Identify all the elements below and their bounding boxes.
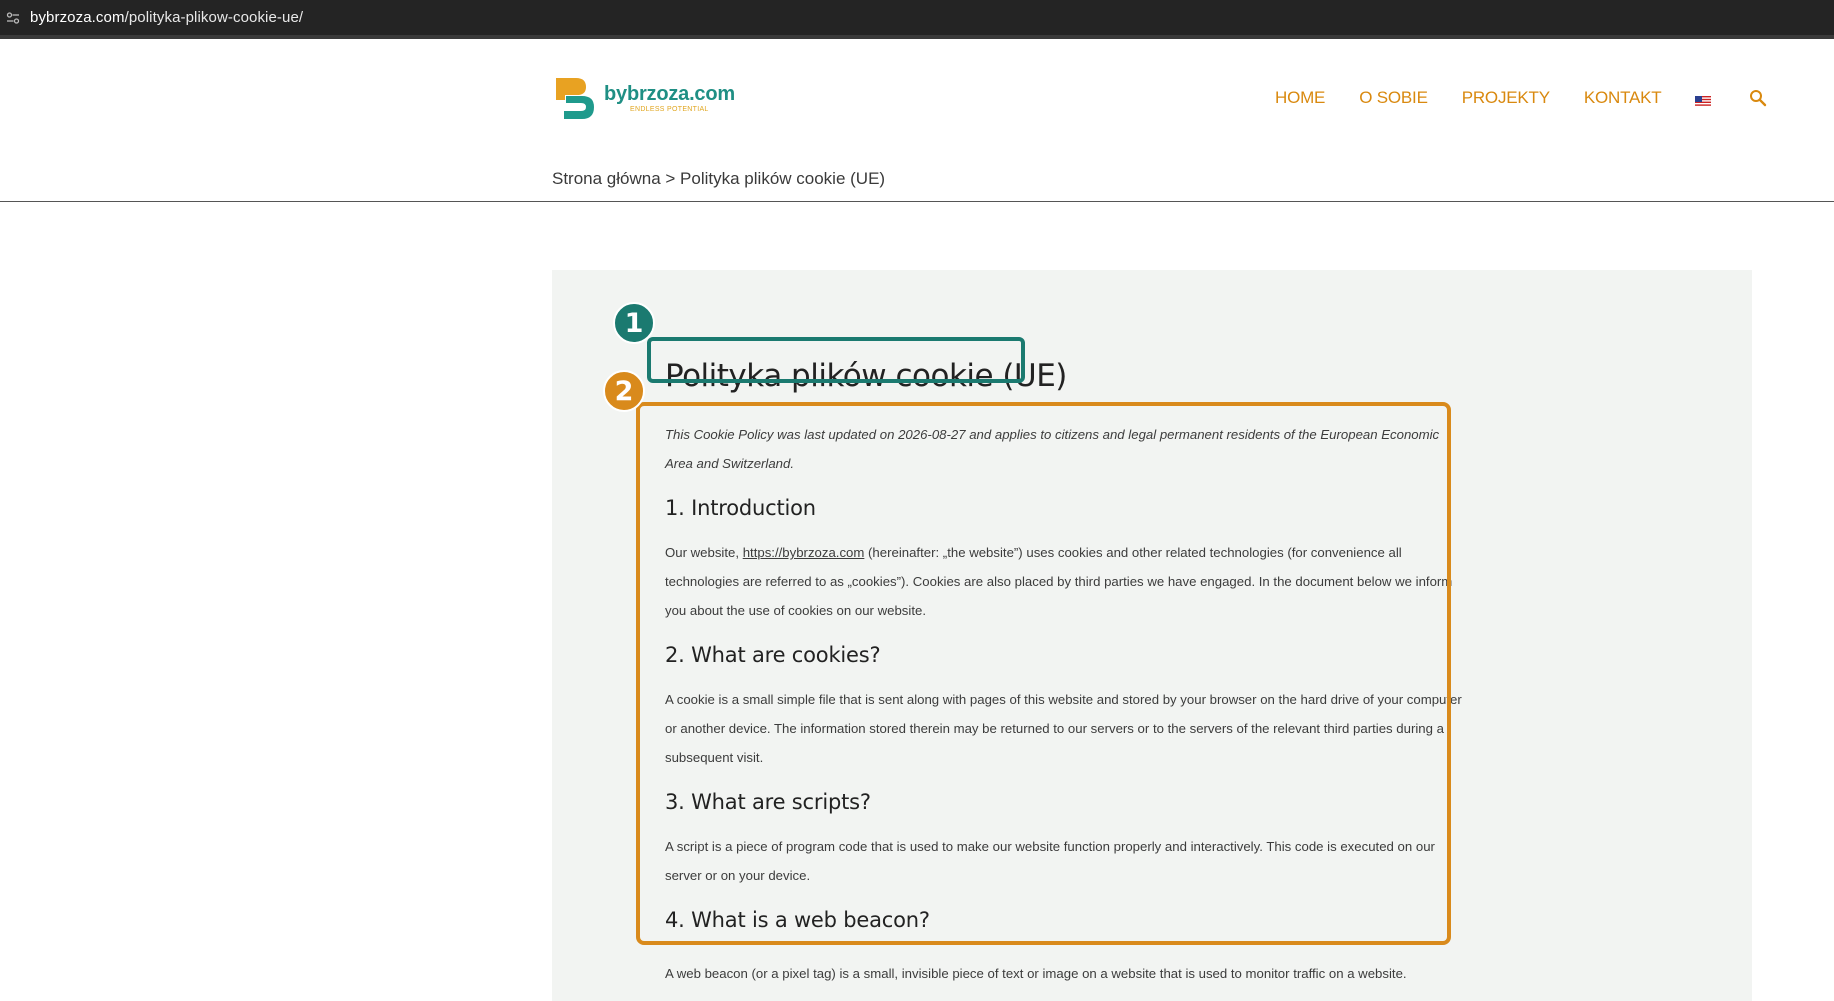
browser-address-bar[interactable]: bybrzoza.com/polityka-plikow-cookie-ue/ xyxy=(0,0,1834,39)
annotation-box-2 xyxy=(636,402,1451,945)
section-text: A web beacon (or a pixel tag) is a small… xyxy=(665,966,1407,981)
site-info-icon[interactable] xyxy=(3,10,23,26)
logo-tagline: ENDLESS POTENTIAL xyxy=(630,106,709,113)
url-domain: bybrzoza.com xyxy=(30,9,125,26)
nav-kontakt[interactable]: KONTAKT xyxy=(1584,88,1662,108)
site-logo[interactable]: bybrzoza.com ENDLESS POTENTIAL xyxy=(554,74,735,124)
annotation-badge-1: 1 xyxy=(613,302,655,344)
nav-o-sobie[interactable]: O SOBIE xyxy=(1359,88,1428,108)
url-path: /polityka-plikow-cookie-ue/ xyxy=(124,9,304,26)
annotation-box-1 xyxy=(647,337,1025,383)
nav-home[interactable]: HOME xyxy=(1275,88,1325,108)
main-nav: HOME O SOBIE PROJEKTY KONTAKT xyxy=(1275,88,1767,108)
search-icon[interactable] xyxy=(1749,89,1767,107)
breadcrumb[interactable]: Strona główna > Polityka plików cookie (… xyxy=(552,169,885,189)
nav-projekty[interactable]: PROJEKTY xyxy=(1462,88,1550,108)
header-divider xyxy=(0,201,1834,202)
url-text[interactable]: bybrzoza.com/polityka-plikow-cookie-ue/ xyxy=(30,9,303,26)
logo-b-icon xyxy=(554,74,602,124)
us-flag-icon[interactable] xyxy=(1695,94,1712,107)
annotation-badge-2: 2 xyxy=(603,370,645,412)
logo-name: bybrzoza.com xyxy=(604,83,735,105)
